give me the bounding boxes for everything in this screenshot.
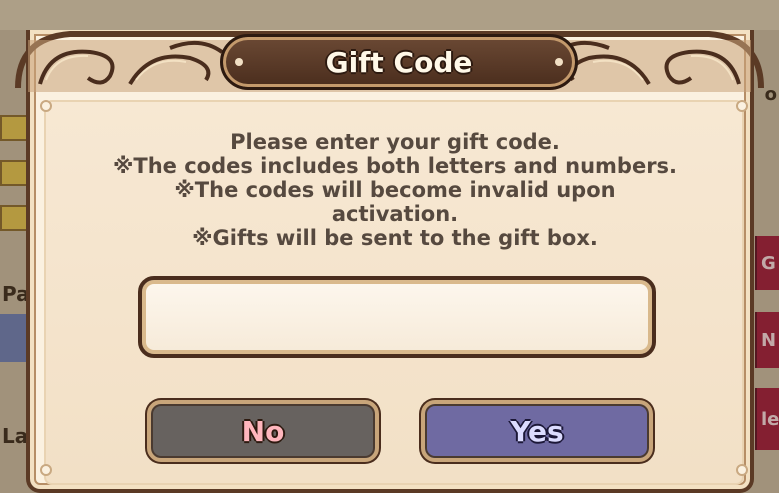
no-button[interactable]: No — [147, 400, 379, 462]
corner-rivet — [736, 464, 748, 476]
instruction-line: ※The codes includes both letters and num… — [112, 154, 678, 178]
instruction-line: Please enter your gift code. — [230, 130, 560, 154]
title-dot-right — [555, 58, 563, 66]
title-dot-left — [235, 58, 243, 66]
instruction-line: activation. — [331, 202, 459, 226]
instructions-text: Please enter your gift code. ※The codes … — [60, 130, 730, 250]
instruction-line: ※The codes will become invalid upon — [174, 178, 616, 202]
title-plate: Gift Code — [220, 34, 578, 90]
gift-code-input[interactable] — [138, 276, 656, 358]
corner-rivet — [40, 464, 52, 476]
yes-button[interactable]: Yes — [421, 400, 653, 462]
dialog-title: Gift Code — [325, 45, 473, 79]
corner-rivet — [736, 100, 748, 112]
corner-rivet — [40, 100, 52, 112]
instruction-line: ※Gifts will be sent to the gift box. — [192, 226, 598, 250]
